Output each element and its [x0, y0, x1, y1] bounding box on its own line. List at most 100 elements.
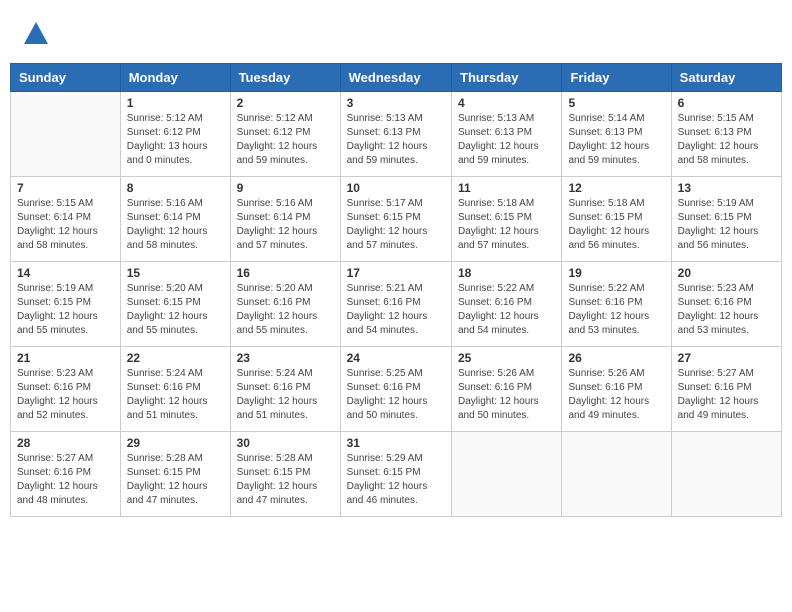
day-info: Sunrise: 5:22 AM Sunset: 6:16 PM Dayligh… — [458, 282, 555, 338]
day-number: 15 — [127, 266, 224, 280]
day-number: 11 — [458, 181, 555, 195]
col-header-friday: Friday — [562, 64, 671, 92]
day-info: Sunrise: 5:19 AM Sunset: 6:15 PM Dayligh… — [17, 282, 114, 338]
calendar-cell: 1Sunrise: 5:12 AM Sunset: 6:12 PM Daylig… — [120, 92, 230, 177]
col-header-monday: Monday — [120, 64, 230, 92]
calendar-cell: 22 Sunrise: 5:24 AM Sunset: 6:16 PM Dayli… — [120, 347, 230, 432]
calendar-cell: 4 Sunrise: 5:13 AM Sunset: 6:13 PM Daylig… — [452, 92, 562, 177]
day-number: 18 — [458, 266, 555, 280]
calendar-header-row: SundayMondayTuesdayWednesdayThursdayFrid… — [11, 64, 782, 92]
day-info: Sunrise: 5:28 AM Sunset: 6:15 PM Dayligh… — [127, 452, 224, 508]
day-number: 26 — [568, 351, 664, 365]
day-info: Sunrise: 5:15 AM Sunset: 6:14 PM Dayligh… — [17, 197, 114, 253]
day-number: 23 — [237, 351, 334, 365]
calendar-week-5: 28 Sunrise: 5:27 AM Sunset: 6:16 PM Dayli… — [11, 432, 782, 517]
calendar-cell: 18 Sunrise: 5:22 AM Sunset: 6:16 PM Dayli… — [452, 262, 562, 347]
day-number: 10 — [347, 181, 445, 195]
day-info: Sunrise: 5:20 AM Sunset: 6:16 PM Dayligh… — [237, 282, 334, 338]
day-number: 1 — [127, 96, 224, 110]
day-info: Sunrise: 5:26 AM Sunset: 6:16 PM Dayligh… — [458, 367, 555, 423]
calendar-cell: 30 Sunrise: 5:28 AM Sunset: 6:15 PM Dayli… — [230, 432, 340, 517]
day-number: 12 — [568, 181, 664, 195]
day-number: 28 — [17, 436, 114, 450]
col-header-thursday: Thursday — [452, 64, 562, 92]
day-number: 7 — [17, 181, 114, 195]
day-info: Sunrise: 5:25 AM Sunset: 6:16 PM Dayligh… — [347, 367, 445, 423]
day-info: Sunrise: 5:24 AM Sunset: 6:16 PM Dayligh… — [127, 367, 224, 423]
calendar-cell: 9 Sunrise: 5:16 AM Sunset: 6:14 PM Daylig… — [230, 177, 340, 262]
day-number: 30 — [237, 436, 334, 450]
day-number: 5 — [568, 96, 664, 110]
day-number: 17 — [347, 266, 445, 280]
day-number: 21 — [17, 351, 114, 365]
day-number: 8 — [127, 181, 224, 195]
day-number: 19 — [568, 266, 664, 280]
calendar-cell: 13 Sunrise: 5:19 AM Sunset: 6:15 PM Dayli… — [671, 177, 781, 262]
calendar-cell: 7 Sunrise: 5:15 AM Sunset: 6:14 PM Daylig… — [11, 177, 121, 262]
page-container: SundayMondayTuesdayWednesdayThursdayFrid… — [10, 10, 782, 517]
calendar-cell: 28 Sunrise: 5:27 AM Sunset: 6:16 PM Dayli… — [11, 432, 121, 517]
logo-icon — [22, 20, 50, 48]
calendar-cell: 15 Sunrise: 5:20 AM Sunset: 6:15 PM Dayli… — [120, 262, 230, 347]
calendar-week-3: 14 Sunrise: 5:19 AM Sunset: 6:15 PM Dayli… — [11, 262, 782, 347]
calendar-cell — [671, 432, 781, 517]
calendar-cell: 16 Sunrise: 5:20 AM Sunset: 6:16 PM Dayli… — [230, 262, 340, 347]
day-number: 16 — [237, 266, 334, 280]
day-number: 14 — [17, 266, 114, 280]
day-number: 24 — [347, 351, 445, 365]
day-info: Sunrise: 5:24 AM Sunset: 6:16 PM Dayligh… — [237, 367, 334, 423]
calendar-table: SundayMondayTuesdayWednesdayThursdayFrid… — [10, 63, 782, 517]
day-number: 9 — [237, 181, 334, 195]
calendar-cell: 11 Sunrise: 5:18 AM Sunset: 6:15 PM Dayli… — [452, 177, 562, 262]
calendar-cell: 25 Sunrise: 5:26 AM Sunset: 6:16 PM Dayli… — [452, 347, 562, 432]
day-number: 22 — [127, 351, 224, 365]
day-info: Sunrise: 5:17 AM Sunset: 6:15 PM Dayligh… — [347, 197, 445, 253]
calendar-cell: 8 Sunrise: 5:16 AM Sunset: 6:14 PM Daylig… — [120, 177, 230, 262]
calendar-cell: 26 Sunrise: 5:26 AM Sunset: 6:16 PM Dayli… — [562, 347, 671, 432]
day-number: 3 — [347, 96, 445, 110]
calendar-cell: 23 Sunrise: 5:24 AM Sunset: 6:16 PM Dayli… — [230, 347, 340, 432]
day-info: Sunrise: 5:29 AM Sunset: 6:15 PM Dayligh… — [347, 452, 445, 508]
calendar-cell: 27Sunrise: 5:27 AM Sunset: 6:16 PM Dayli… — [671, 347, 781, 432]
calendar-cell — [452, 432, 562, 517]
day-info: Sunrise: 5:18 AM Sunset: 6:15 PM Dayligh… — [458, 197, 555, 253]
calendar-cell: 10 Sunrise: 5:17 AM Sunset: 6:15 PM Dayli… — [340, 177, 451, 262]
day-info: Sunrise: 5:16 AM Sunset: 6:14 PM Dayligh… — [237, 197, 334, 253]
col-header-saturday: Saturday — [671, 64, 781, 92]
day-number: 31 — [347, 436, 445, 450]
calendar-cell — [11, 92, 121, 177]
calendar-cell: 5 Sunrise: 5:14 AM Sunset: 6:13 PM Daylig… — [562, 92, 671, 177]
day-info: Sunrise: 5:20 AM Sunset: 6:15 PM Dayligh… — [127, 282, 224, 338]
calendar-cell: 6Sunrise: 5:15 AM Sunset: 6:13 PM Daylig… — [671, 92, 781, 177]
day-info: Sunrise: 5:28 AM Sunset: 6:15 PM Dayligh… — [237, 452, 334, 508]
logo — [20, 20, 50, 53]
day-info: Sunrise: 5:15 AM Sunset: 6:13 PM Dayligh… — [678, 112, 775, 168]
calendar-week-4: 21Sunrise: 5:23 AM Sunset: 6:16 PM Dayli… — [11, 347, 782, 432]
calendar-cell: 21Sunrise: 5:23 AM Sunset: 6:16 PM Dayli… — [11, 347, 121, 432]
day-info: Sunrise: 5:13 AM Sunset: 6:13 PM Dayligh… — [347, 112, 445, 168]
day-info: Sunrise: 5:14 AM Sunset: 6:13 PM Dayligh… — [568, 112, 664, 168]
day-info: Sunrise: 5:13 AM Sunset: 6:13 PM Dayligh… — [458, 112, 555, 168]
day-number: 13 — [678, 181, 775, 195]
col-header-sunday: Sunday — [11, 64, 121, 92]
day-number: 20 — [678, 266, 775, 280]
day-number: 25 — [458, 351, 555, 365]
day-number: 4 — [458, 96, 555, 110]
calendar-cell: 17Sunrise: 5:21 AM Sunset: 6:16 PM Dayli… — [340, 262, 451, 347]
day-info: Sunrise: 5:27 AM Sunset: 6:16 PM Dayligh… — [17, 452, 114, 508]
day-info: Sunrise: 5:27 AM Sunset: 6:16 PM Dayligh… — [678, 367, 775, 423]
day-info: Sunrise: 5:23 AM Sunset: 6:16 PM Dayligh… — [678, 282, 775, 338]
day-number: 2 — [237, 96, 334, 110]
calendar-cell: 20 Sunrise: 5:23 AM Sunset: 6:16 PM Dayli… — [671, 262, 781, 347]
page-header — [10, 10, 782, 58]
day-number: 29 — [127, 436, 224, 450]
day-info: Sunrise: 5:26 AM Sunset: 6:16 PM Dayligh… — [568, 367, 664, 423]
day-info: Sunrise: 5:16 AM Sunset: 6:14 PM Dayligh… — [127, 197, 224, 253]
calendar-cell: 31 Sunrise: 5:29 AM Sunset: 6:15 PM Dayli… — [340, 432, 451, 517]
day-info: Sunrise: 5:12 AM Sunset: 6:12 PM Dayligh… — [237, 112, 334, 168]
day-info: Sunrise: 5:19 AM Sunset: 6:15 PM Dayligh… — [678, 197, 775, 253]
day-info: Sunrise: 5:22 AM Sunset: 6:16 PM Dayligh… — [568, 282, 664, 338]
calendar-cell — [562, 432, 671, 517]
calendar-cell: 12Sunrise: 5:18 AM Sunset: 6:15 PM Dayli… — [562, 177, 671, 262]
calendar-cell: 29 Sunrise: 5:28 AM Sunset: 6:15 PM Dayli… — [120, 432, 230, 517]
